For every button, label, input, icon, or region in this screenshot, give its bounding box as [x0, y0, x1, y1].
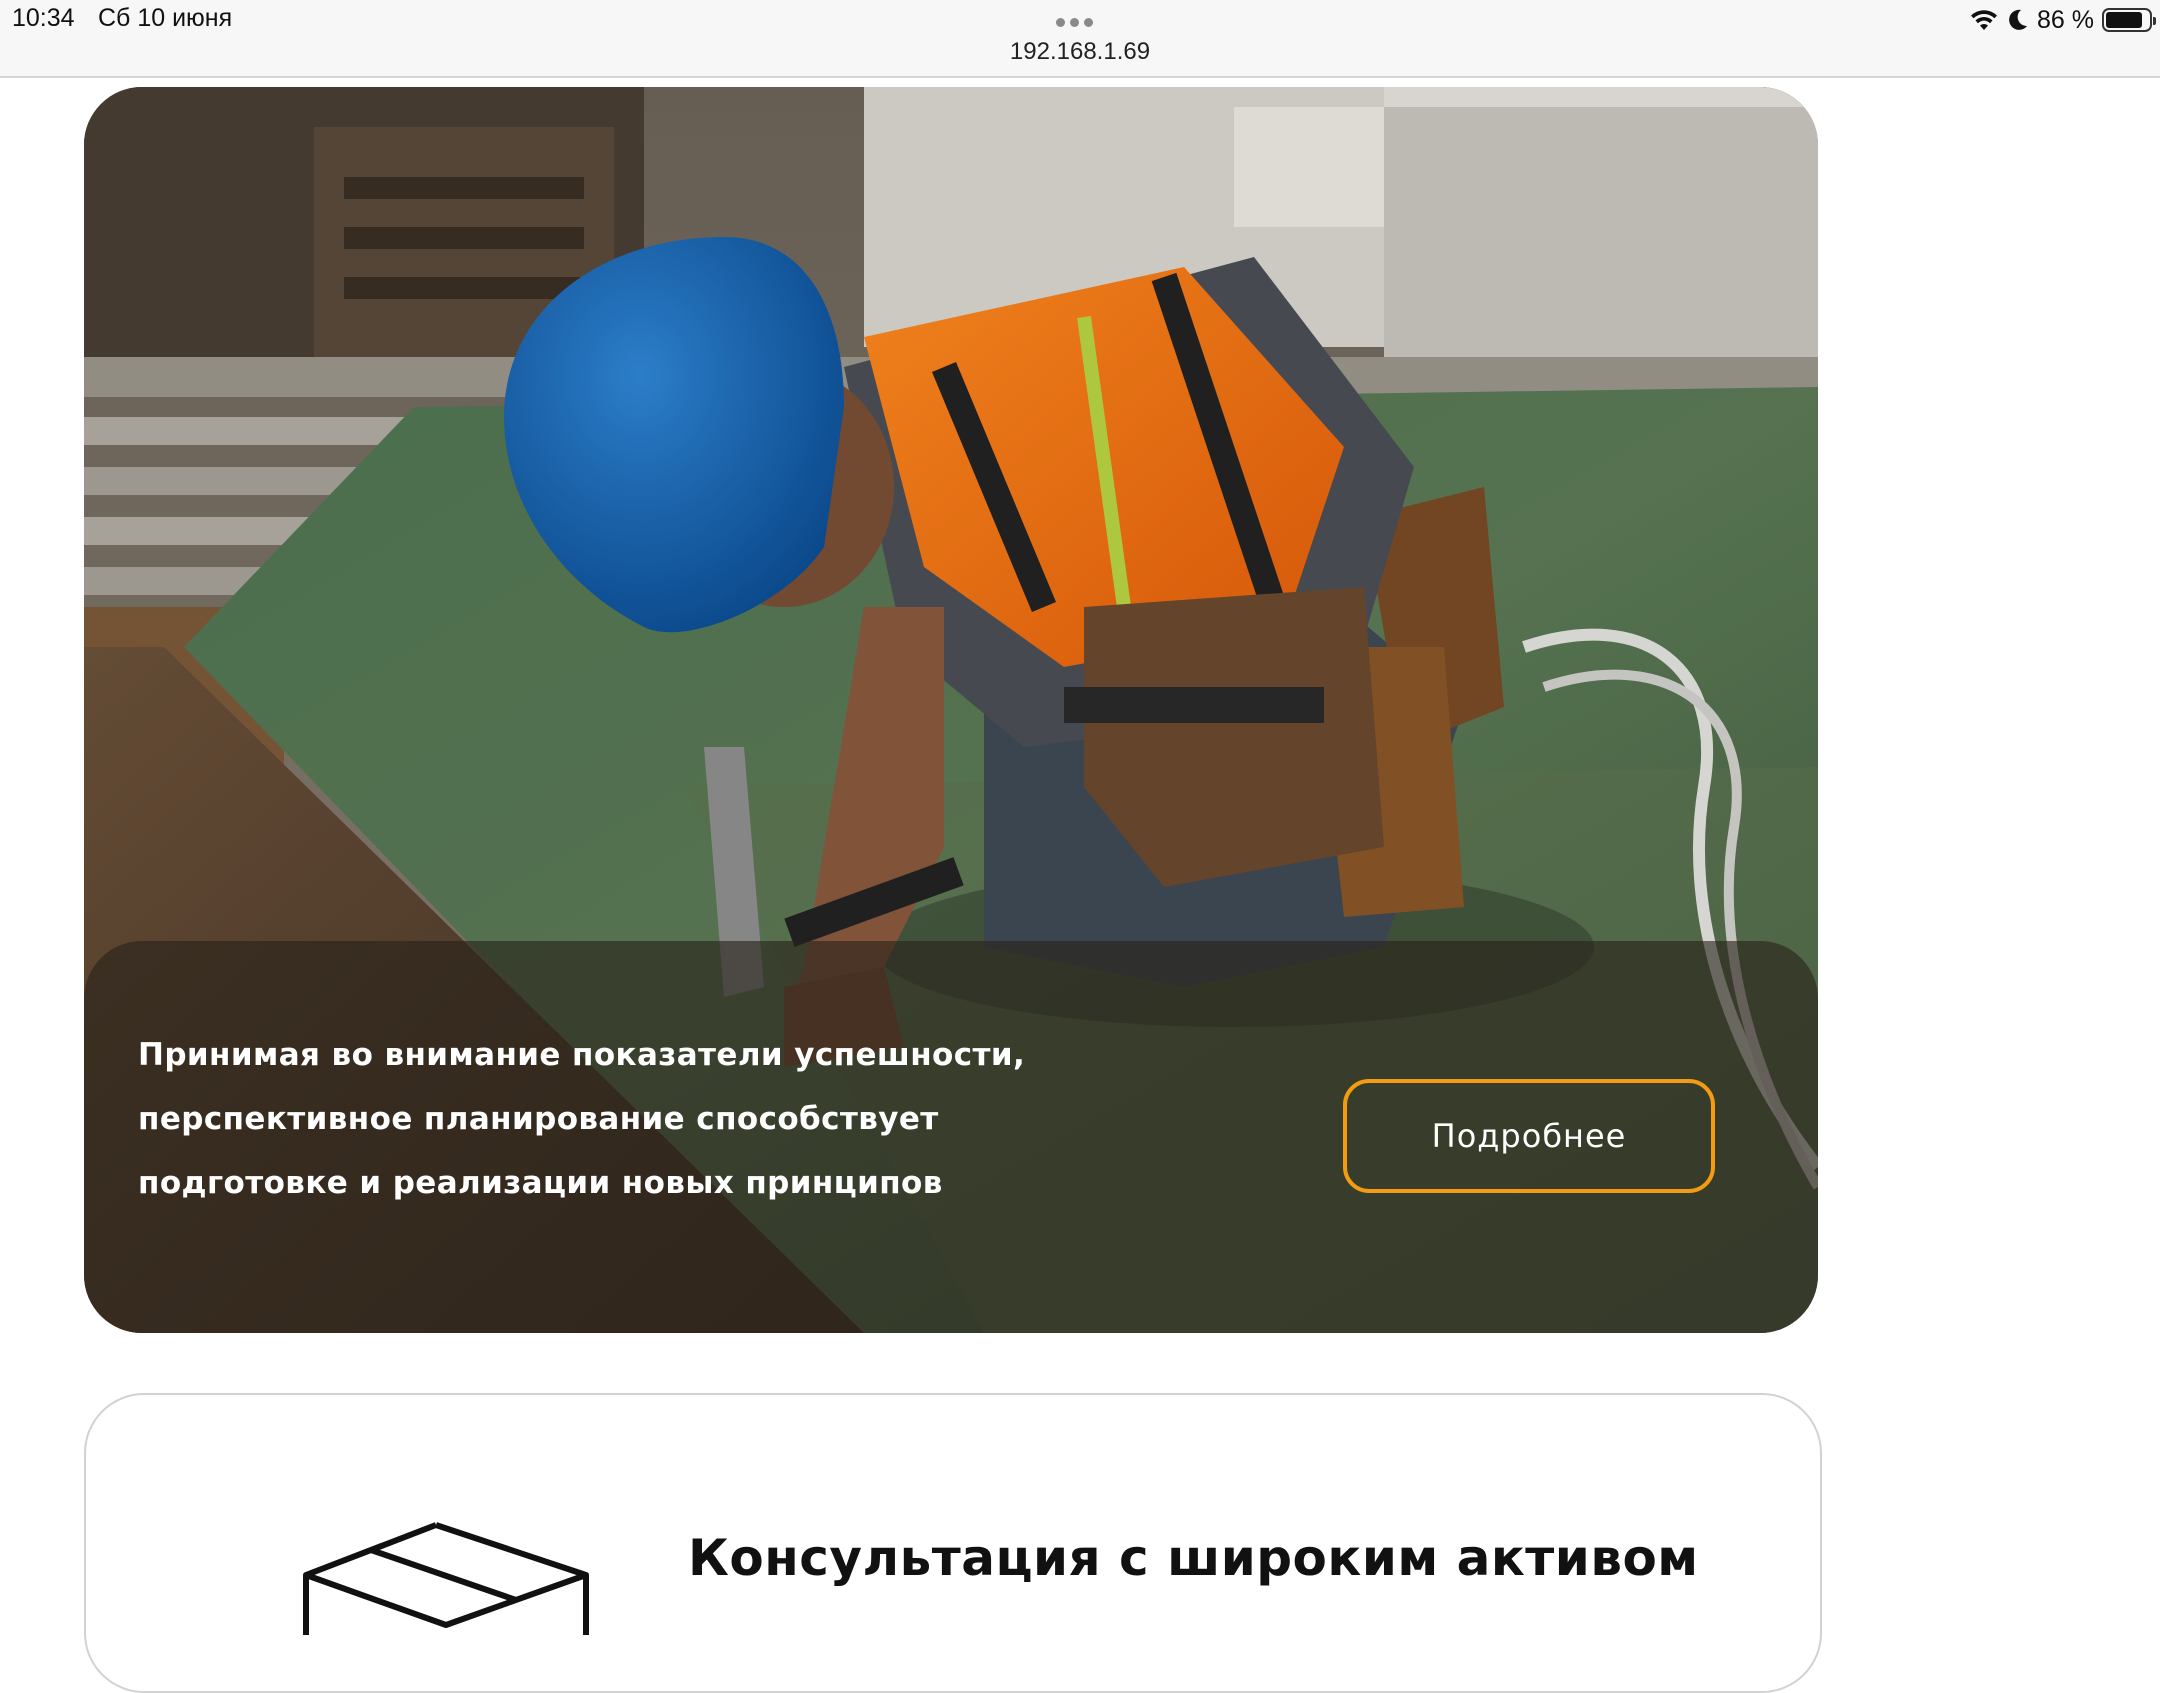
status-bar: 10:34 Сб 10 июня 192.168.1.69 86 % [0, 0, 2160, 78]
status-date: Сб 10 июня [98, 4, 233, 32]
card-title: Консультация с широким активом [688, 1529, 1699, 1587]
battery-percent: 86 % [2037, 5, 2094, 34]
wifi-icon [1971, 10, 1998, 30]
consultation-card[interactable]: Консультация с широким активом [84, 1393, 1822, 1693]
battery-icon [2102, 8, 2156, 32]
hero-card: Принимая во внимание показатели успешнос… [84, 87, 1818, 1333]
status-indicators: 86 % [1969, 4, 2156, 36]
more-details-button[interactable]: Подробнее [1343, 1079, 1715, 1193]
moon-icon [2009, 9, 2028, 30]
status-time: 10:34 [12, 4, 75, 32]
box-icon [303, 1522, 589, 1635]
address-bar-url[interactable]: 192.168.1.69 [0, 38, 2160, 66]
hero-caption-panel: Принимая во внимание показатели успешнос… [84, 941, 1818, 1333]
hero-description: Принимая во внимание показатели успешнос… [138, 1037, 1026, 1201]
more-dots-icon[interactable] [1056, 14, 1102, 27]
